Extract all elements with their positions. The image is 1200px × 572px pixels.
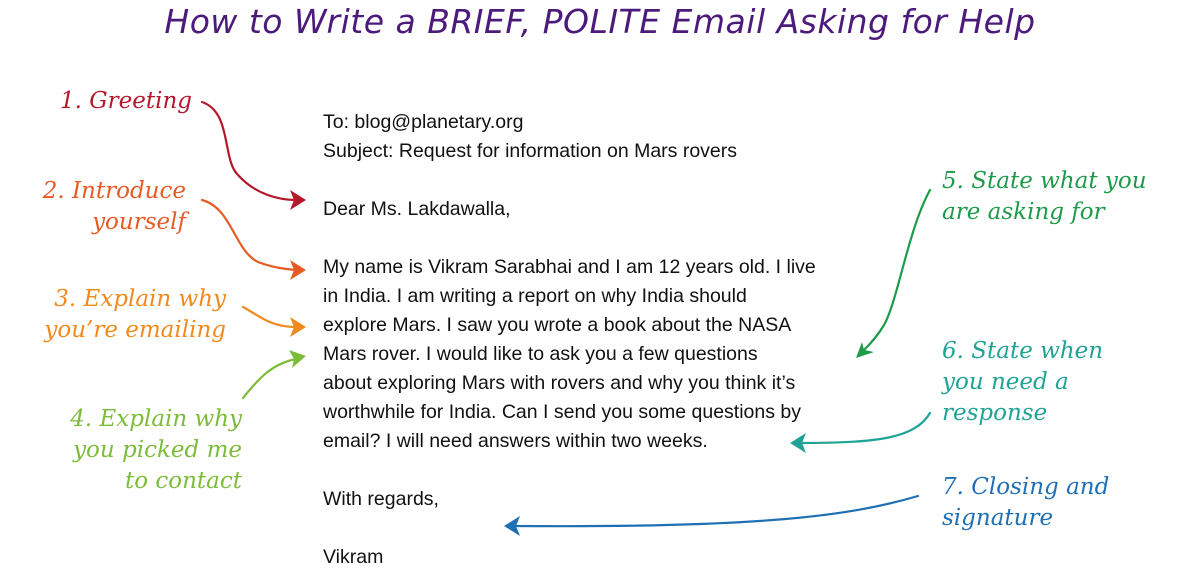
arrow-greeting [200, 100, 298, 202]
arrow-explain-picked [241, 357, 298, 400]
arrow-state-when [796, 411, 932, 445]
arrow-introduce [200, 198, 298, 272]
arrow-closing [510, 494, 920, 528]
annotation-arrows [200, 100, 932, 536]
arrow-explain-emailing [241, 305, 298, 329]
arrow-state-what [860, 188, 932, 354]
